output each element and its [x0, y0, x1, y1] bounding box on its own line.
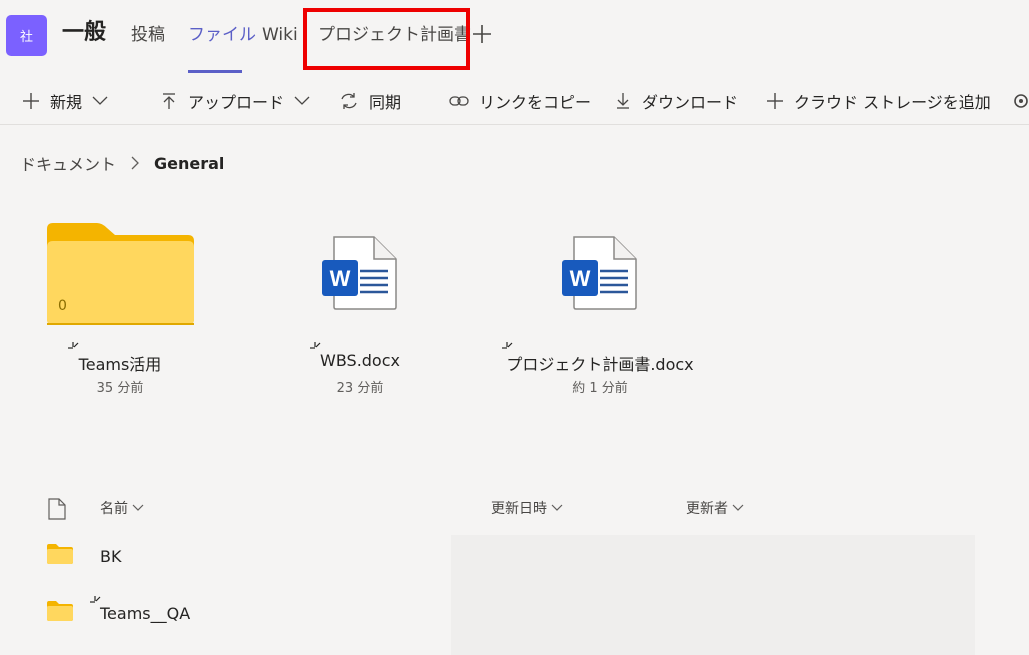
column-header-name-label: 名前	[100, 501, 128, 517]
link-icon	[449, 96, 469, 106]
word-document-icon: W	[322, 236, 397, 310]
sync-button[interactable]: 同期	[339, 89, 401, 113]
file-tile[interactable]: W プロジェクト計画書.docx 約 1 分前	[500, 215, 700, 400]
add-cloud-storage-label: クラウド ストレージを追加	[794, 93, 991, 112]
list-header: 名前 更新日時 更新者	[0, 490, 1029, 524]
svg-text:W: W	[330, 266, 351, 291]
tile-modified: 35 分前	[96, 381, 144, 396]
new-button[interactable]: 新規	[22, 89, 108, 113]
channel-title: 一般	[62, 20, 107, 45]
column-header-modified-by-label: 更新者	[686, 501, 728, 517]
column-header-modified-label: 更新日時	[491, 501, 547, 517]
plus-icon[interactable]	[471, 23, 493, 45]
copy-link-label: リンクをコピー	[479, 93, 592, 112]
breadcrumb-documents[interactable]: ドキュメント	[20, 151, 116, 175]
column-header-name[interactable]: 名前	[100, 498, 144, 518]
tile-name: プロジェクト計画書.docx	[506, 355, 694, 374]
tab-wiki[interactable]: Wiki	[262, 24, 298, 46]
more-options-button[interactable]	[1012, 89, 1029, 113]
plus-icon	[23, 93, 39, 109]
folder-icon	[47, 223, 194, 325]
chevron-right-icon	[131, 156, 139, 170]
new-label: 新規	[50, 93, 83, 112]
chevron-down-icon	[132, 504, 144, 511]
list-row[interactable]: BK	[0, 535, 1029, 581]
breadcrumb: ドキュメント General	[20, 151, 224, 175]
upload-button[interactable]: アップロード	[160, 89, 310, 113]
column-header-modified-by[interactable]: 更新者	[686, 498, 744, 518]
upload-icon	[163, 93, 175, 109]
gear-icon	[1014, 94, 1028, 108]
sync-icon	[341, 93, 357, 109]
chevron-down-icon	[294, 96, 310, 105]
tab-files[interactable]: ファイル	[188, 24, 256, 46]
column-header-modified[interactable]: 更新日時	[491, 498, 563, 518]
file-type-icon	[48, 498, 66, 520]
active-tab-indicator	[188, 70, 242, 73]
word-document-icon: W	[562, 236, 637, 310]
sync-label: 同期	[369, 93, 402, 112]
download-label: ダウンロード	[642, 93, 739, 112]
folder-tile[interactable]: 0 Teams活用 35 分前	[20, 215, 220, 400]
row-name: BK	[100, 547, 122, 566]
folder-icon	[47, 601, 73, 621]
download-icon	[617, 93, 629, 109]
chevron-down-icon	[732, 504, 744, 511]
plus-icon	[767, 93, 783, 109]
tile-modified: 約 1 分前	[572, 381, 628, 396]
copy-link-button[interactable]: リンクをコピー	[449, 89, 591, 113]
svg-text:W: W	[570, 266, 591, 291]
file-tile[interactable]: W WBS.docx 23 分前	[260, 215, 460, 400]
upload-label: アップロード	[188, 93, 285, 112]
list-row[interactable]: Teams__QA	[0, 592, 1029, 638]
tile-name: WBS.docx	[320, 351, 400, 370]
team-avatar[interactable]: 社	[6, 15, 47, 56]
channel-header: 社 一般 投稿 ファイル Wiki プロジェクト計画書	[0, 0, 1029, 74]
download-button[interactable]: ダウンロード	[614, 89, 738, 113]
highlight-box	[303, 8, 470, 70]
command-bar: 新規 アップロード 同期 リンクをコピー ダウンロード クラウド ストレージを追…	[0, 77, 1029, 125]
row-name: Teams__QA	[100, 604, 191, 623]
tile-modified: 23 分前	[336, 381, 384, 396]
tile-name: Teams活用	[78, 355, 162, 374]
tab-posts[interactable]: 投稿	[131, 24, 165, 46]
folder-icon	[47, 544, 73, 564]
folder-item-count: 0	[58, 298, 67, 314]
chevron-down-icon	[551, 504, 563, 511]
breadcrumb-current: General	[154, 153, 225, 173]
chevron-down-icon	[92, 96, 108, 105]
add-cloud-storage-button[interactable]: クラウド ストレージを追加	[766, 89, 991, 113]
